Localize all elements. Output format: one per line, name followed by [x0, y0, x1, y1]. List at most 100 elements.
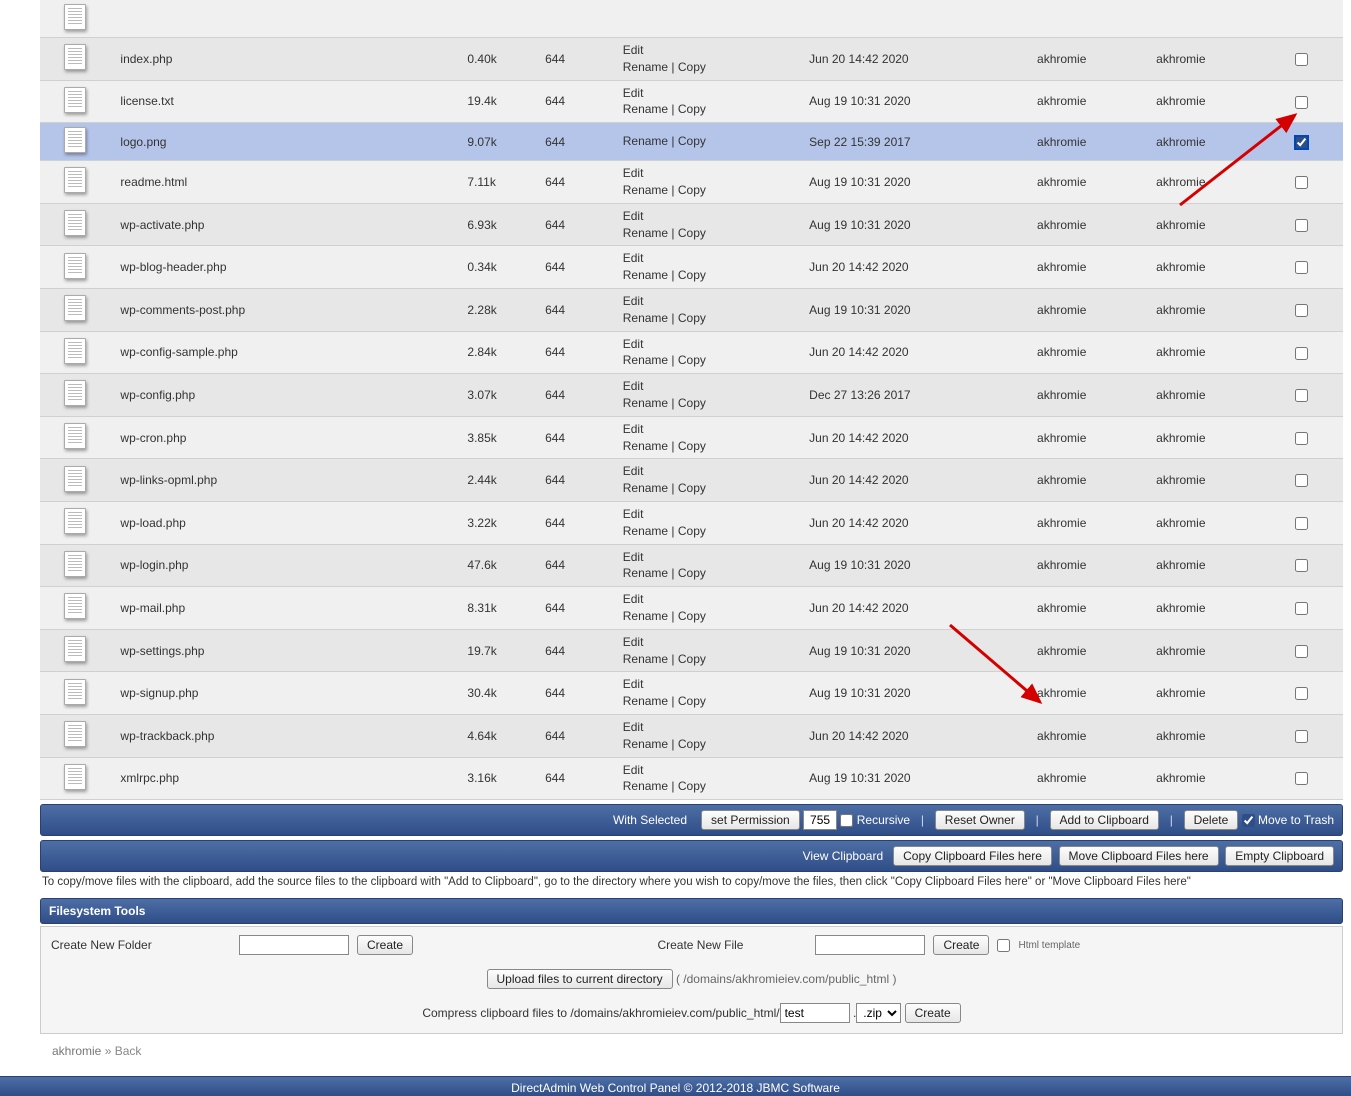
file-name-link[interactable]: wp-config-sample.php	[120, 345, 237, 359]
rename-link[interactable]: Rename	[623, 439, 668, 453]
copy-link[interactable]: Copy	[678, 183, 706, 197]
select-row-checkbox[interactable]	[1295, 559, 1308, 572]
add-to-clipboard-button[interactable]: Add to Clipboard	[1050, 810, 1159, 830]
copy-link[interactable]: Copy	[678, 694, 706, 708]
edit-link[interactable]: Edit	[623, 422, 644, 436]
rename-link[interactable]: Rename	[623, 652, 668, 666]
file-perms-link[interactable]: 644	[545, 135, 565, 149]
file-perms-link[interactable]: 644	[545, 473, 565, 487]
select-row-checkbox[interactable]	[1295, 772, 1308, 785]
file-name-link[interactable]: wp-config.php	[120, 388, 195, 402]
set-permission-button[interactable]: set Permission	[701, 810, 800, 830]
select-row-checkbox[interactable]	[1295, 219, 1308, 232]
rename-link[interactable]: Rename	[623, 311, 668, 325]
edit-link[interactable]: Edit	[623, 677, 644, 691]
select-row-checkbox[interactable]	[1295, 432, 1308, 445]
file-perms-link[interactable]: 644	[545, 686, 565, 700]
reset-owner-button[interactable]: Reset Owner	[935, 810, 1025, 830]
file-name-link[interactable]: wp-cron.php	[120, 431, 186, 445]
empty-clipboard-button[interactable]: Empty Clipboard	[1225, 846, 1334, 866]
copy-link[interactable]: Copy	[678, 268, 706, 282]
file-perms-link[interactable]: 644	[545, 218, 565, 232]
move-clipboard-here-button[interactable]: Move Clipboard Files here	[1059, 846, 1219, 866]
select-row-checkbox[interactable]	[1295, 347, 1308, 360]
copy-link[interactable]: Copy	[678, 524, 706, 538]
edit-link[interactable]: Edit	[623, 379, 644, 393]
rename-link[interactable]: Rename	[623, 226, 668, 240]
rename-link[interactable]: Rename	[623, 183, 668, 197]
file-name-link[interactable]: xmlrpc.php	[120, 771, 179, 785]
rename-link[interactable]: Rename	[623, 60, 668, 74]
copy-link[interactable]: Copy	[678, 737, 706, 751]
compress-create-button[interactable]: Create	[905, 1003, 961, 1023]
select-row-checkbox[interactable]	[1295, 730, 1308, 743]
file-perms-link[interactable]: 644	[545, 771, 565, 785]
file-perms-link[interactable]: 644	[545, 52, 565, 66]
file-name-link[interactable]: readme.html	[120, 175, 187, 189]
copy-link[interactable]: Copy	[678, 481, 706, 495]
copy-link[interactable]: Copy	[678, 396, 706, 410]
file-name-link[interactable]: wp-trackback.php	[120, 729, 214, 743]
compress-ext-select[interactable]: .zip	[856, 1003, 901, 1023]
file-perms-link[interactable]: 644	[545, 601, 565, 615]
select-row-checkbox[interactable]	[1295, 53, 1308, 66]
create-file-button[interactable]: Create	[933, 935, 989, 955]
edit-link[interactable]: Edit	[623, 251, 644, 265]
copy-link[interactable]: Copy	[678, 102, 706, 116]
file-name-link[interactable]: wp-signup.php	[120, 686, 198, 700]
file-perms-link[interactable]: 644	[545, 431, 565, 445]
copy-link[interactable]: Copy	[678, 60, 706, 74]
rename-link[interactable]: Rename	[623, 779, 668, 793]
file-perms-link[interactable]: 644	[545, 644, 565, 658]
rename-link[interactable]: Rename	[623, 694, 668, 708]
edit-link[interactable]: Edit	[623, 464, 644, 478]
copy-clipboard-here-button[interactable]: Copy Clipboard Files here	[893, 846, 1052, 866]
rename-link[interactable]: Rename	[623, 353, 668, 367]
file-name-link[interactable]: wp-load.php	[120, 516, 185, 530]
move-to-trash-checkbox[interactable]	[1242, 814, 1255, 827]
edit-link[interactable]: Edit	[623, 166, 644, 180]
edit-link[interactable]: Edit	[623, 720, 644, 734]
file-name-link[interactable]: index.php	[120, 52, 172, 66]
breadcrumb-back-link[interactable]: Back	[115, 1044, 142, 1058]
file-perms-link[interactable]: 644	[545, 729, 565, 743]
file-name-link[interactable]: logo.png	[120, 135, 166, 149]
rename-link[interactable]: Rename	[623, 566, 668, 580]
edit-link[interactable]: Edit	[623, 592, 644, 606]
select-row-checkbox[interactable]	[1295, 136, 1308, 149]
file-name-link[interactable]: wp-login.php	[120, 558, 188, 572]
copy-link[interactable]: Copy	[678, 134, 706, 148]
new-folder-input[interactable]	[239, 935, 349, 955]
select-row-checkbox[interactable]	[1295, 687, 1308, 700]
copy-link[interactable]: Copy	[678, 439, 706, 453]
file-perms-link[interactable]: 644	[545, 175, 565, 189]
rename-link[interactable]: Rename	[623, 102, 668, 116]
recursive-checkbox[interactable]	[840, 814, 853, 827]
edit-link[interactable]: Edit	[623, 550, 644, 564]
rename-link[interactable]: Rename	[623, 481, 668, 495]
copy-link[interactable]: Copy	[678, 566, 706, 580]
file-perms-link[interactable]: 644	[545, 94, 565, 108]
select-row-checkbox[interactable]	[1295, 176, 1308, 189]
copy-link[interactable]: Copy	[678, 353, 706, 367]
select-row-checkbox[interactable]	[1295, 602, 1308, 615]
select-row-checkbox[interactable]	[1295, 645, 1308, 658]
file-name-link[interactable]: wp-mail.php	[120, 601, 185, 615]
select-row-checkbox[interactable]	[1295, 517, 1308, 530]
create-folder-button[interactable]: Create	[357, 935, 413, 955]
rename-link[interactable]: Rename	[623, 134, 668, 148]
copy-link[interactable]: Copy	[678, 311, 706, 325]
view-clipboard-link[interactable]: View Clipboard	[803, 849, 884, 863]
file-perms-link[interactable]: 644	[545, 388, 565, 402]
edit-link[interactable]: Edit	[623, 507, 644, 521]
file-name-link[interactable]: wp-settings.php	[120, 644, 204, 658]
select-row-checkbox[interactable]	[1295, 304, 1308, 317]
delete-button[interactable]: Delete	[1184, 810, 1239, 830]
upload-files-button[interactable]: Upload files to current directory	[487, 969, 673, 989]
copy-link[interactable]: Copy	[678, 226, 706, 240]
edit-link[interactable]: Edit	[623, 209, 644, 223]
file-name-link[interactable]: license.txt	[120, 94, 173, 108]
select-row-checkbox[interactable]	[1295, 474, 1308, 487]
edit-link[interactable]: Edit	[623, 294, 644, 308]
edit-link[interactable]: Edit	[623, 337, 644, 351]
